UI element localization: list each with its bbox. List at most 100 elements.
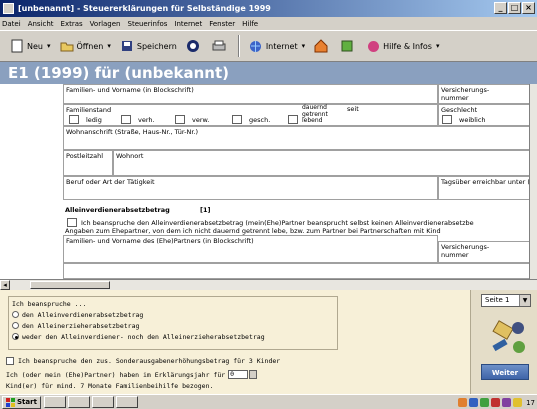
weiblich-label: weiblich [459,116,486,124]
app-window: [unbenannt] - Steuererklärungen für Selb… [0,0,537,409]
title-bar: [unbenannt] - Steuererklärungen für Selb… [0,0,537,17]
option-alleinverdiener[interactable]: den Alleinverdienerabsetzbetrag [12,309,334,320]
page-select[interactable]: Seite 1 ▼ [481,294,531,307]
tips-button[interactable] [340,39,357,53]
close-button[interactable]: × [522,2,535,14]
option-alleinerzieher[interactable]: den Alleinerzieherabsetzbetrag [12,320,334,331]
tray-icon-6[interactable] [513,398,523,407]
children-count-spinner[interactable] [249,370,258,379]
menu-extras[interactable]: Extras [61,20,83,28]
open-button[interactable]: Öffnen ▾ [60,39,111,53]
tray-icon-3[interactable] [480,398,490,407]
verh-checkbox[interactable] [121,115,131,124]
toolbar-separator [237,35,240,57]
start-button[interactable]: Start [2,395,41,409]
new-document-icon [10,39,24,53]
windows-logo-icon [6,397,15,407]
taskbar-item-2[interactable] [67,396,90,408]
address-field[interactable]: Wohnanschrift (Straße, Haus-Nr., Tür-Nr.… [63,126,529,150]
menu-internet[interactable]: Internet [174,20,202,28]
minimize-button[interactable]: _ [494,2,507,14]
vertical-scrollbar[interactable] [530,84,537,279]
verh-label: verh. [138,116,155,124]
zip-field[interactable]: Postleitzahl [63,150,113,176]
insurance-number-field[interactable]: Versicherungs- nummer [438,84,529,104]
print-button[interactable] [212,39,229,53]
taskbar: Start 17 [0,394,537,409]
alleinverdiener-checkbox[interactable] [67,218,77,227]
familienbeihilfe-question: Ich (oder mein (Ehe)Partner) haben im Er… [6,369,464,380]
verw-checkbox[interactable] [175,115,185,124]
group-title: Ich beanspruche ... [12,299,87,308]
disk-icon [120,39,134,53]
daytime-phone-field[interactable]: Tagsüber erreichbar unter ( [438,176,529,200]
menu-vorlagen[interactable]: Vorlagen [90,20,121,28]
app-icon [3,3,14,14]
ledig-checkbox[interactable] [69,115,79,124]
option-weder[interactable]: weder den Alleinverdiener- noch den Alle… [12,331,334,342]
tray-icon-1[interactable] [458,398,468,407]
section-text-1: Ich beanspruche den Alleinverdienerabset… [81,219,474,227]
sonderausgaben-checkbox[interactable] [6,356,14,365]
home-icon [314,39,328,53]
menu-datei[interactable]: Datei [2,20,21,28]
gesch-label: gesch. [249,116,271,124]
wizard-button[interactable] [186,39,203,53]
save-button[interactable]: Speichern [120,39,177,53]
weiblich-checkbox[interactable] [442,115,452,124]
menu-steuerinfos[interactable]: Steuerinfos [128,20,168,28]
printer-icon [212,39,226,53]
tray-icon-5[interactable] [502,398,512,407]
scroll-left-arrow-icon[interactable]: ◂ [0,280,10,290]
menu-hilfe[interactable]: Hilfe [242,20,258,28]
radio-weder[interactable] [12,333,19,340]
verw-label: verw. [192,116,210,124]
partner-insurance-field[interactable]: Versicherungs- nummer [438,241,529,263]
tray-icon-2[interactable] [469,398,479,407]
gesch-checkbox[interactable] [232,115,242,124]
horizontal-scrollbar[interactable]: ◂ [0,279,537,290]
taskbar-item-1[interactable] [43,396,66,408]
partner-name-field[interactable]: Familien- und Vorname des (Ehe)Partners … [63,235,438,263]
weiter-button[interactable]: Weiter [481,364,529,380]
getrennt-checkbox[interactable] [288,115,298,124]
menu-ansicht[interactable]: Ansicht [28,20,54,28]
internet-button[interactable]: Internet ▾ [249,39,305,53]
toolbar: Neu ▾ Öffnen ▾ Speichern Internet ▾ Hilfe &… [0,30,537,62]
section-ref: [1] [200,206,211,214]
menu-bar: Datei Ansicht Extras Vorlagen Steuerinfo… [0,17,537,30]
radio-alleinerzieher[interactable] [12,322,19,329]
claim-group: Ich beanspruche ... den Alleinverdienera… [8,296,338,350]
wizard-icon [186,39,200,53]
new-button[interactable]: Neu ▾ [10,39,51,53]
section-title: Alleinverdienerabsetzbetrag [65,206,170,214]
radio-alleinverdiener[interactable] [12,311,19,318]
ledig-label: ledig [86,116,102,124]
familienbeihilfe-question-2: Kind(er) für mind. 7 Monate Familienbeih… [6,381,214,390]
window-title: [unbenannt] - Steuererklärungen für Selb… [18,4,271,13]
help-button[interactable]: Hilfe & Infos ▾ [366,39,439,53]
children-count-input[interactable]: 0 [228,370,249,379]
seit-label: seit [347,105,359,113]
taskbar-item-3[interactable] [91,396,114,408]
tax-form: Familien- und Vorname (in Blockschrift) … [0,84,530,279]
page-select-arrow-icon: ▼ [519,295,530,306]
menu-fenster[interactable]: Fenster [209,20,235,28]
name-field[interactable]: Familien- und Vorname (in Blockschrift) [63,84,438,104]
form-header: E1 (1999) für (unbekannt) [0,62,537,84]
occupation-field[interactable]: Beruf oder Art der Tätigkeit [63,176,438,200]
section-text-2: Angaben zum Ehepartner, von dem ich nich… [65,227,441,235]
home-button[interactable] [314,39,331,53]
folder-icon [60,39,74,53]
sonderausgaben-option[interactable]: Ich beanspruche den zus. Sonderausgabene… [6,355,464,366]
scroll-thumb[interactable] [30,281,110,289]
partner-extra-field[interactable] [63,263,529,279]
maximize-button[interactable]: □ [508,2,521,14]
clock: 17 [526,398,535,407]
tray-icon-4[interactable] [491,398,501,407]
system-tray: 17 [456,396,537,409]
getrennt-label: dauernd getrennt lebend [302,104,328,124]
assistant-icon [491,314,529,362]
taskbar-item-4[interactable] [115,396,138,408]
city-field[interactable]: Wohnort [113,150,529,176]
